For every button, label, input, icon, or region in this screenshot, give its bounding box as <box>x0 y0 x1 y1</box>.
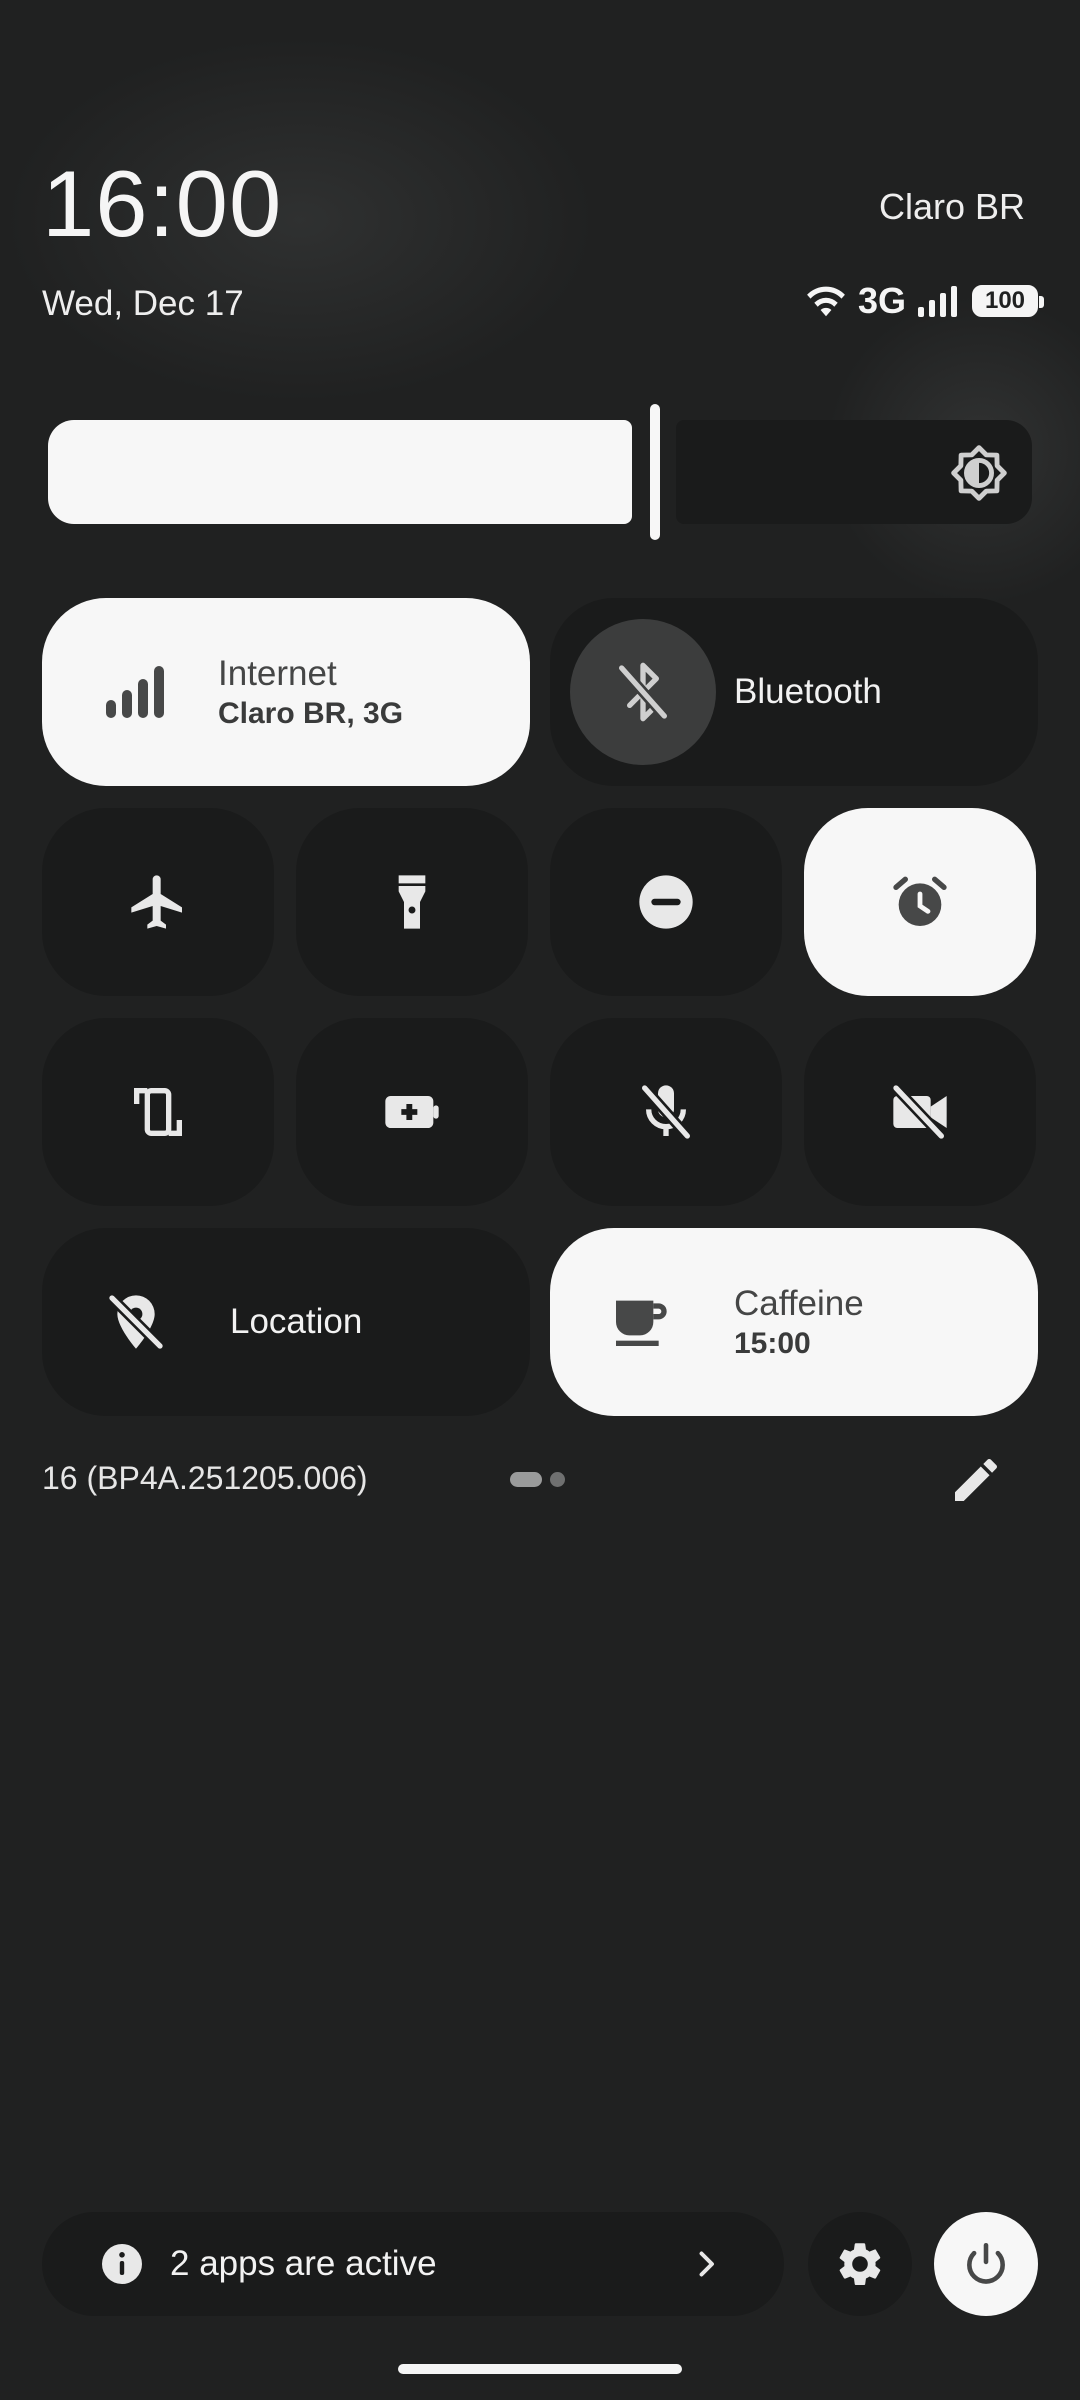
tile-location-text: Location <box>230 1300 362 1344</box>
brightness-slider-handle[interactable] <box>650 404 660 540</box>
tile-bluetooth[interactable]: Bluetooth <box>550 598 1038 786</box>
battery-level: 100 <box>984 287 1026 314</box>
tile-camera[interactable] <box>804 1018 1036 1206</box>
build-number[interactable]: 16 (BP4A.251205.006) <box>42 1460 368 1497</box>
brightness-slider-fill[interactable] <box>48 420 632 524</box>
brightness-icon <box>951 445 1007 501</box>
home-gesture-bar[interactable] <box>398 2364 682 2374</box>
battery-saver-icon <box>374 1074 450 1150</box>
tile-internet-title: Internet <box>218 654 337 693</box>
page-dot-active <box>510 1472 542 1487</box>
background-glow <box>0 0 1080 700</box>
settings-button[interactable] <box>808 2212 912 2316</box>
chevron-right-icon <box>699 2251 714 2277</box>
tile-location-title: Location <box>230 1302 363 1341</box>
cell-signal-icon <box>918 286 957 317</box>
bluetooth-off-icon <box>570 619 716 765</box>
date[interactable]: Wed, Dec 17 <box>42 284 244 324</box>
flashlight-icon <box>374 864 450 940</box>
gear-icon <box>839 2243 881 2285</box>
tile-airplane[interactable] <box>42 808 274 996</box>
do-not-disturb-icon <box>628 864 704 940</box>
tile-internet[interactable]: Internet Claro BR, 3G <box>42 598 530 786</box>
tile-auto-rotate[interactable] <box>42 1018 274 1206</box>
tile-microphone[interactable] <box>550 1018 782 1206</box>
airplane-icon <box>120 864 196 940</box>
page-indicator <box>510 1472 565 1487</box>
tile-location[interactable]: Location <box>42 1228 530 1416</box>
power-icon <box>967 2242 1005 2284</box>
tile-flashlight[interactable] <box>296 808 528 996</box>
active-apps-label: 2 apps are active <box>170 2244 437 2283</box>
tile-internet-text: Internet Claro BR, 3G <box>218 652 403 732</box>
power-button[interactable] <box>934 2212 1038 2316</box>
battery-icon: 100 <box>972 285 1044 317</box>
edit-pencil-icon[interactable] <box>948 1452 1004 1508</box>
tile-caffeine-title: Caffeine <box>734 1284 864 1323</box>
tile-bluetooth-title: Bluetooth <box>734 672 882 711</box>
tile-caffeine-text: Caffeine 15:00 <box>734 1282 864 1362</box>
wifi-icon <box>807 286 845 317</box>
carrier-name: Claro BR <box>878 186 1025 227</box>
clock[interactable]: 16:00 <box>42 150 282 258</box>
status-icons: 3G 100 <box>804 280 1044 322</box>
coffee-icon <box>602 1284 678 1360</box>
camera-off-icon <box>882 1074 958 1150</box>
tile-bluetooth-text: Bluetooth <box>734 670 882 714</box>
network-type: 3G <box>857 280 906 321</box>
tile-internet-subtitle: Claro BR, 3G <box>218 697 404 730</box>
tile-caffeine-subtitle: 15:00 <box>734 1327 811 1360</box>
mic-off-icon <box>628 1074 704 1150</box>
signal-bars-icon <box>94 654 170 730</box>
tile-alarm[interactable] <box>804 808 1036 996</box>
page-dot <box>550 1472 565 1487</box>
tile-do-not-disturb[interactable] <box>550 808 782 996</box>
active-apps-button[interactable]: 2 apps are active <box>42 2212 784 2316</box>
location-off-icon <box>98 1284 174 1360</box>
tile-caffeine[interactable]: Caffeine 15:00 <box>550 1228 1038 1416</box>
alarm-icon <box>882 864 958 940</box>
info-icon <box>102 2244 142 2284</box>
auto-rotate-icon <box>120 1074 196 1150</box>
tile-battery-saver[interactable] <box>296 1018 528 1206</box>
